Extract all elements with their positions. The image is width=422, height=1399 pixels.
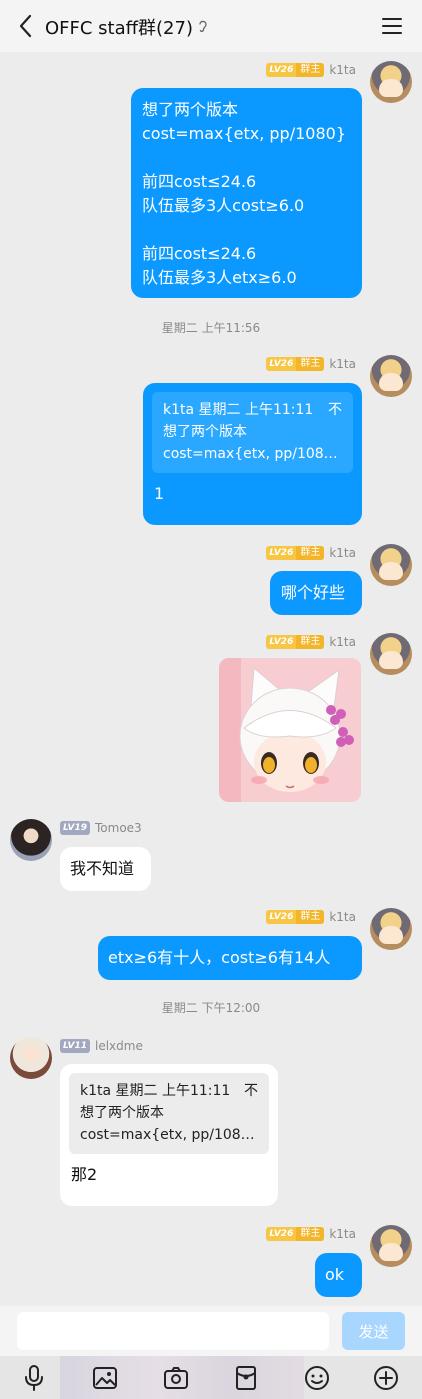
- reply-bubble[interactable]: k1ta 星期二 上午11:11 不 想了两个版本 cost=max{etx, …: [143, 383, 362, 525]
- message-line: [142, 218, 351, 242]
- message-line: 队伍最多3人etx≥6.0: [142, 268, 297, 287]
- message-line: 前四cost≤24.6: [142, 172, 257, 191]
- microphone-icon: [25, 1365, 43, 1391]
- message-line: cost=max{etx, pp/1080}: [142, 124, 346, 143]
- quote-line: 想了两个版本: [80, 1105, 164, 1121]
- message-line: 队伍最多3人cost≥6.0: [142, 196, 305, 215]
- emoji-button[interactable]: [303, 1364, 331, 1392]
- sender-name: k1ta: [329, 1227, 356, 1241]
- message-bubble[interactable]: 想了两个版本 cost=max{etx, pp/1080} 前四cost≤24.…: [131, 88, 362, 298]
- quoted-message[interactable]: k1ta 星期二 上午11:11 不 想了两个版本 cost=max{etx, …: [69, 1073, 269, 1154]
- composer: 发送: [0, 1306, 422, 1356]
- sender-info: LV26 群主 k1ta: [266, 1225, 356, 1243]
- avatar[interactable]: [10, 1037, 52, 1079]
- level-badge: LV11: [60, 1039, 90, 1053]
- owner-badge: LV26 群主: [266, 357, 325, 371]
- sender-name: Tomoe3: [95, 821, 142, 835]
- bottom-toolbar: [0, 1356, 422, 1399]
- message-text: etx≥6有十人，cost≥6有14人: [108, 948, 331, 967]
- sender-name: k1ta: [329, 357, 356, 371]
- sender-info: LV26 群主 k1ta: [266, 908, 356, 926]
- plus-icon: [374, 1366, 398, 1390]
- avatar[interactable]: [370, 61, 412, 103]
- red-packet-icon: [236, 1366, 256, 1390]
- message-input[interactable]: [17, 1312, 329, 1350]
- chevron-left-icon: [19, 14, 32, 38]
- owner-badge: LV26 群主: [266, 635, 325, 649]
- owner-badge: LV26 群主: [266, 546, 325, 560]
- sender-name: k1ta: [329, 635, 356, 649]
- red-packet-button[interactable]: [232, 1364, 260, 1392]
- avatar[interactable]: [370, 1225, 412, 1267]
- anime-cat-girl-sticker[interactable]: [219, 658, 361, 802]
- back-button[interactable]: [12, 12, 38, 40]
- quote-icon: 不: [328, 402, 342, 418]
- quote-header: k1ta 星期二 上午11:11: [80, 1083, 231, 1099]
- avatar[interactable]: [370, 908, 412, 950]
- level-badge: LV19: [60, 821, 90, 835]
- send-button[interactable]: 发送: [342, 1312, 405, 1350]
- chat-title[interactable]: OFFC staff群(27): [45, 14, 193, 40]
- message-bubble[interactable]: 哪个好些: [270, 571, 362, 615]
- sender-info: LV26 群主 k1ta: [266, 544, 356, 562]
- image-icon: [93, 1367, 117, 1389]
- image-button[interactable]: [91, 1364, 119, 1392]
- sender-info: LV26 群主 k1ta: [266, 633, 356, 651]
- owner-badge: LV26 群主: [266, 1227, 325, 1241]
- quote-icon: 不: [244, 1083, 258, 1099]
- reply-bubble[interactable]: k1ta 星期二 上午11:11 不 想了两个版本 cost=max{etx, …: [60, 1064, 278, 1206]
- owner-badge: LV26 群主: [266, 63, 325, 77]
- quote-line: cost=max{etx, pp/108…: [163, 446, 338, 462]
- avatar[interactable]: [370, 355, 412, 397]
- voice-button[interactable]: [20, 1364, 48, 1392]
- message-text: 那2: [71, 1165, 98, 1184]
- message-bubble[interactable]: ok: [315, 1253, 362, 1297]
- avatar[interactable]: [370, 633, 412, 675]
- message-text: 1: [154, 484, 165, 503]
- sender-name: k1ta: [329, 546, 356, 560]
- more-button[interactable]: [372, 1364, 400, 1392]
- message-text: 哪个好些: [281, 583, 346, 602]
- quote-header: k1ta 星期二 上午11:11: [163, 402, 314, 418]
- message-text: ok: [325, 1265, 345, 1284]
- quote-line: 想了两个版本: [163, 424, 247, 440]
- sender-info: LV19 Tomoe3: [60, 819, 142, 837]
- sender-info: LV26 群主 k1ta: [266, 61, 356, 79]
- timestamp: 星期二 下午12:00: [161, 1001, 261, 1015]
- message-line: 前四cost≤24.6: [142, 244, 257, 263]
- menu-button[interactable]: [381, 14, 403, 38]
- message-line: [142, 146, 351, 170]
- hamburger-menu-icon: [382, 18, 402, 34]
- sender-name: k1ta: [329, 910, 356, 924]
- quote-line: cost=max{etx, pp/108…: [80, 1127, 255, 1143]
- avatar[interactable]: [10, 819, 52, 861]
- quoted-message[interactable]: k1ta 星期二 上午11:11 不 想了两个版本 cost=max{etx, …: [152, 392, 353, 473]
- camera-icon: [164, 1367, 188, 1389]
- sender-info: LV26 群主 k1ta: [266, 355, 356, 373]
- top-bar: OFFC staff群(27): [0, 0, 422, 52]
- sender-name: k1ta: [329, 63, 356, 77]
- timestamp: 星期二 上午11:56: [161, 321, 261, 335]
- emoji-icon: [305, 1366, 329, 1390]
- avatar[interactable]: [370, 544, 412, 586]
- sender-name: lelxdme: [95, 1039, 143, 1053]
- sticker-image: [219, 658, 361, 802]
- message-text: 我不知道: [70, 859, 135, 878]
- message-bubble[interactable]: etx≥6有十人，cost≥6有14人: [98, 936, 362, 980]
- message-bubble[interactable]: 我不知道: [60, 847, 151, 891]
- message-line: 想了两个版本: [142, 100, 239, 119]
- ear-icon: [199, 20, 207, 33]
- sender-info: LV11 lelxdme: [60, 1037, 143, 1055]
- camera-button[interactable]: [162, 1364, 190, 1392]
- owner-badge: LV26 群主: [266, 910, 325, 924]
